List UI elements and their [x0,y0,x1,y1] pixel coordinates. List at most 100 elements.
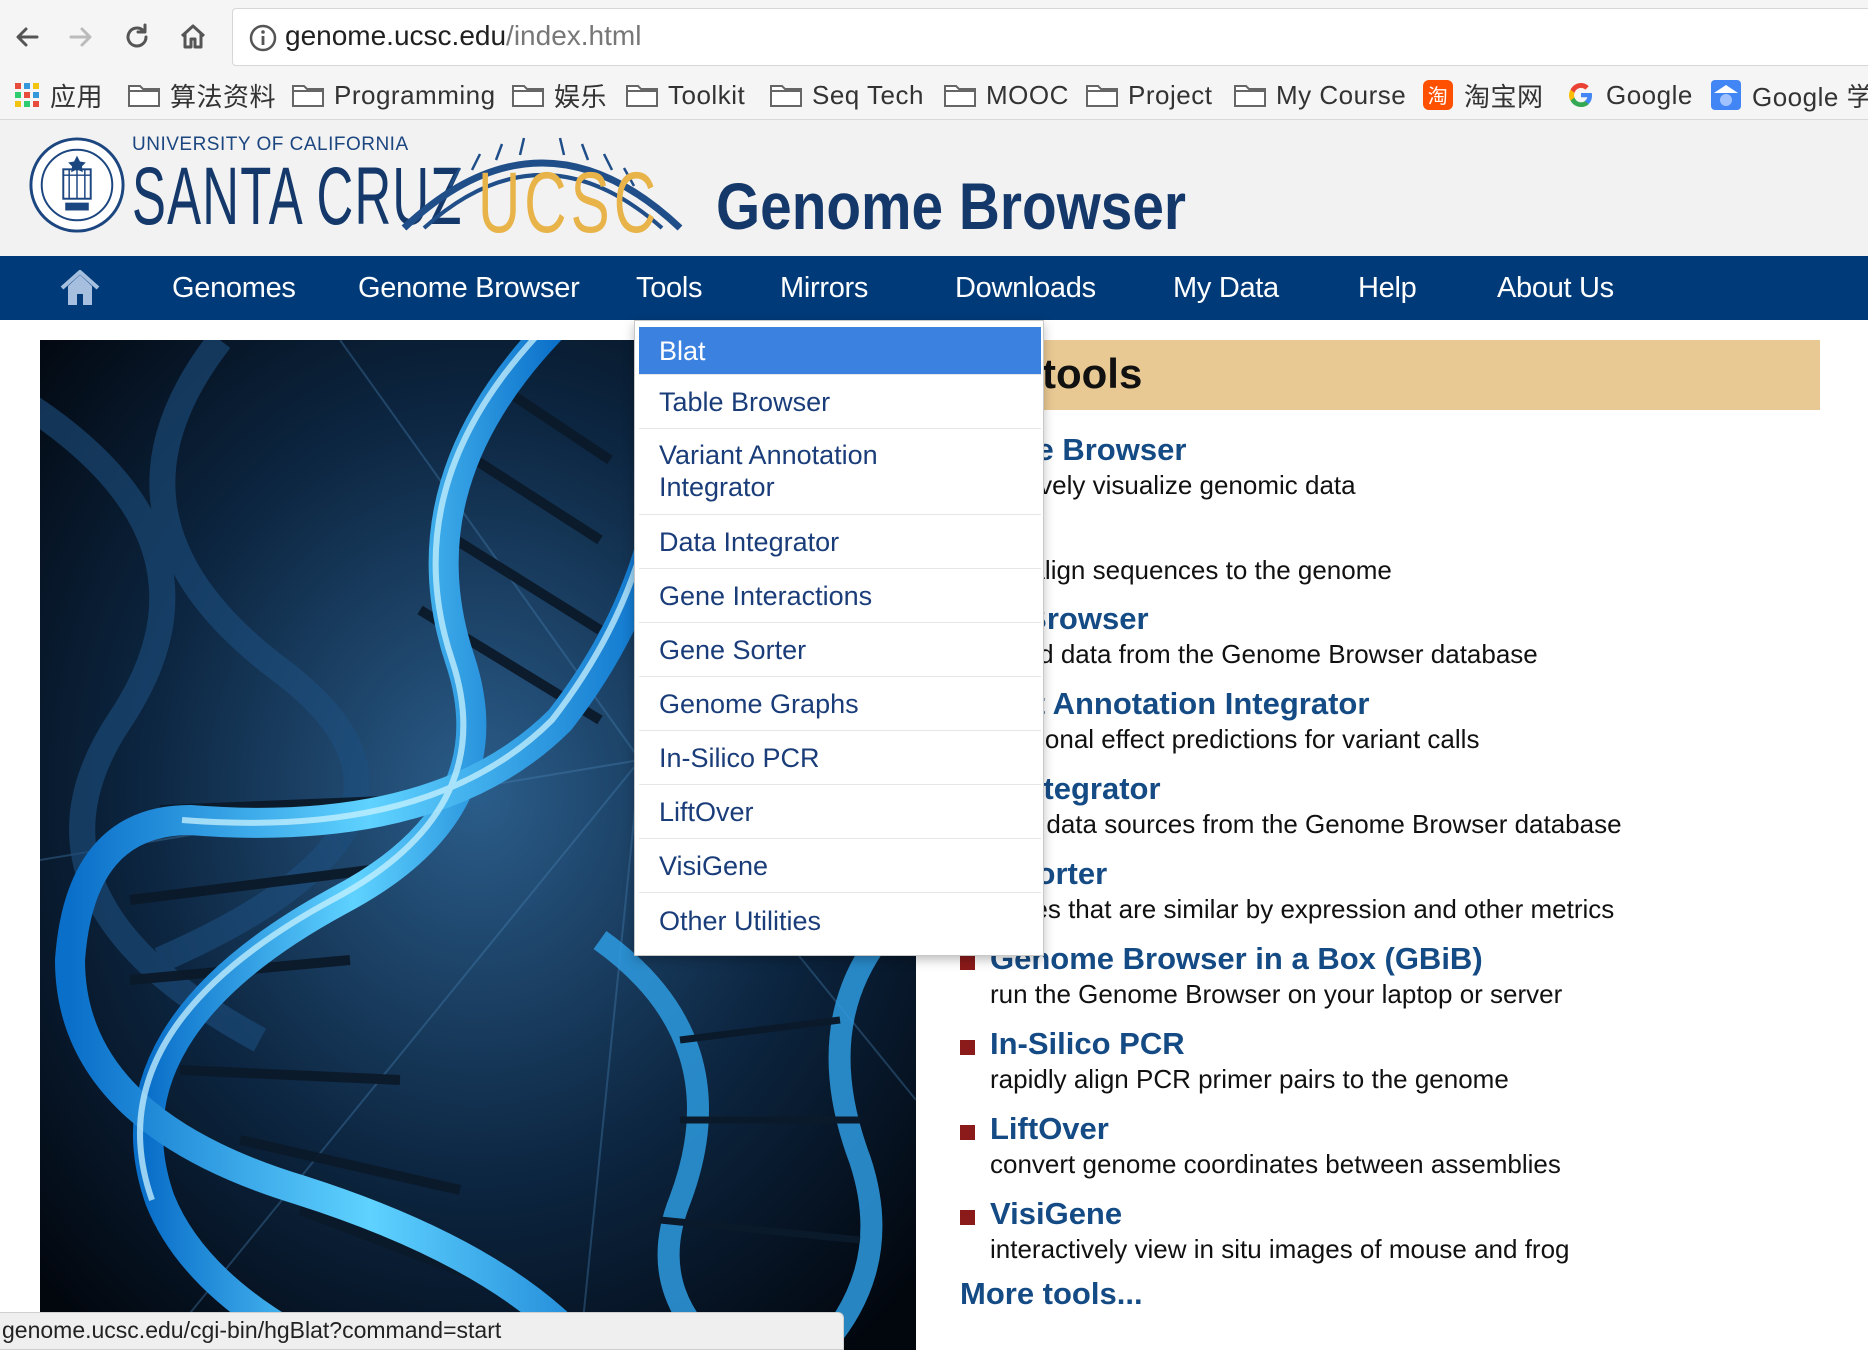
bookmark-google[interactable]: Google [1566,76,1693,114]
site-title[interactable]: Genome Browser [716,168,1186,244]
bullet-icon [960,1040,975,1055]
menu-item-table-browser[interactable]: Table Browser [639,375,1041,429]
menu-item-in-silico-pcr[interactable]: In-Silico PCR [639,731,1041,785]
tool-link[interactable]: Genome Browser in a Box (GBiB) [990,941,1483,977]
bookmark-folder[interactable]: 算法资料 [128,76,276,114]
bullet-icon [960,955,975,970]
tool-description: unctional effect predictions for variant… [990,724,1480,754]
folder-icon [1234,83,1266,107]
reload-button[interactable] [114,14,160,60]
folder-icon [292,83,324,107]
forward-arrow-icon [69,27,92,47]
bookmark-folder[interactable]: 娱乐 [512,76,607,114]
nav-tools[interactable]: Tools [636,272,703,305]
home-button[interactable] [170,14,216,60]
url-host: genome.ucsc.edu [285,20,507,51]
folder-icon [626,83,658,107]
nav-mirrors[interactable]: Mirrors [780,272,868,305]
menu-item-label: In-Silico PCR [659,743,820,773]
address-bar[interactable]: genome.ucsc.edu/index.html [232,8,1868,66]
bookmark-label: 算法资料 [170,81,277,112]
ucsc-logo-text: UCSC [478,155,661,251]
menu-item-other-utilities[interactable]: Other Utilities [639,893,1041,949]
menu-item-label: Gene Sorter [659,635,807,665]
home-icon [180,24,206,49]
info-icon[interactable] [247,22,279,54]
menu-item-label: Table Browser [659,387,831,417]
taobao-icon: 淘 [1422,79,1454,111]
site-header: UNIVERSITY OF CALIFORNIA SANTA CRUZ UCSC… [0,120,1868,256]
tool-description: ractively visualize genomic data [990,470,1356,500]
nav-about-us[interactable]: About Us [1497,272,1614,305]
tool-description: bine data sources from the Genome Browse… [990,809,1622,839]
browser-status-bar: genome.ucsc.edu/cgi-bin/hgBlat?command=s… [0,1312,844,1350]
tool-description: dly align sequences to the genome [990,555,1392,585]
menu-item-label: Other Utilities [659,906,822,936]
menu-item-genome-graphs[interactable]: Genome Graphs [639,677,1041,731]
tool-link[interactable]: LiftOver [990,1111,1109,1147]
bullet-icon [960,1210,975,1225]
menu-item-label: Genome Graphs [659,689,859,719]
bookmark-label: Google 学 [1752,81,1868,112]
bookmark-label: 应用 [50,81,104,112]
nav-genome-browser[interactable]: Genome Browser [358,272,580,305]
bookmark-label: MOOC [986,79,1069,110]
bookmark-folder[interactable]: MOOC [944,76,1069,114]
bookmark-apps[interactable]: 应用 [14,76,103,114]
status-url: genome.ucsc.edu/cgi-bin/hgBlat?command=s… [2,1317,502,1343]
bookmark-label: My Course [1276,79,1407,110]
bookmark-label: Programming [334,79,496,110]
bookmark-folder[interactable]: Toolkit [626,76,745,114]
more-tools-link[interactable]: More tools... [960,1276,1143,1312]
menu-item-label: Variant Annotation Integrator [659,440,878,502]
tool-description: rapidly align PCR primer pairs to the ge… [990,1064,1509,1094]
folder-icon [512,83,544,107]
bookmark-label: Project [1128,79,1213,110]
menu-item-blat[interactable]: Blat [639,327,1041,375]
forward-button[interactable] [58,14,104,60]
menu-item-gene-sorter[interactable]: Gene Sorter [639,623,1041,677]
main-navbar: Genomes Genome Browser Tools Mirrors Dow… [0,256,1868,320]
bookmark-google-scholar[interactable]: Google 学 [1710,76,1868,114]
tools-heading-bar: tools [960,340,1820,410]
menu-item-liftover[interactable]: LiftOver [639,785,1041,839]
google-scholar-icon [1710,79,1742,111]
google-icon [1566,80,1596,110]
tools-heading: tools [1042,350,1143,397]
tool-link[interactable]: VisiGene [990,1196,1122,1232]
tool-link[interactable]: In-Silico PCR [990,1026,1185,1062]
bookmark-folder[interactable]: My Course [1234,76,1406,114]
nav-genomes[interactable]: Genomes [172,272,296,305]
ucsc-logo[interactable]: UCSC [400,128,684,252]
url-text: genome.ucsc.edu/index.html [285,20,641,52]
menu-item-label: VisiGene [659,851,769,881]
tool-description: run the Genome Browser on your laptop or… [990,979,1563,1009]
tool-description: convert genome coordinates between assem… [990,1149,1561,1179]
bullet-icon [960,1125,975,1140]
menu-item-data-integrator[interactable]: Data Integrator [639,515,1041,569]
bookmark-label: 娱乐 [554,81,608,112]
menu-item-variant-annotation-integrator[interactable]: Variant Annotation Integrator [639,429,1041,515]
bookmark-folder[interactable]: Project [1086,76,1212,114]
nav-help[interactable]: Help [1358,272,1417,305]
tool-description: interactively view in situ images of mou… [990,1234,1570,1264]
bookmark-taobao[interactable]: 淘 淘宝网 [1422,76,1544,114]
menu-item-label: Data Integrator [659,527,840,557]
tool-link[interactable]: iant Annotation Integrator [990,686,1369,722]
home-icon[interactable] [58,268,102,308]
menu-item-label: Gene Interactions [659,581,873,611]
back-button[interactable] [4,14,50,60]
nav-downloads[interactable]: Downloads [955,272,1096,305]
svg-text:淘: 淘 [1428,84,1449,108]
uc-seal-logo[interactable] [28,136,126,234]
bookmark-label: Seq Tech [812,79,924,110]
nav-my-data[interactable]: My Data [1173,272,1279,305]
browser-toolbar: genome.ucsc.edu/index.html 应用 算法资料 Progr… [0,0,1868,120]
bookmark-folder[interactable]: Seq Tech [770,76,924,114]
tool-description: nload data from the Genome Browser datab… [990,639,1538,669]
folder-icon [128,83,160,107]
bookmark-label: 淘宝网 [1464,81,1544,112]
bookmark-folder[interactable]: Programming [292,76,496,114]
menu-item-visigene[interactable]: VisiGene [639,839,1041,893]
menu-item-gene-interactions[interactable]: Gene Interactions [639,569,1041,623]
